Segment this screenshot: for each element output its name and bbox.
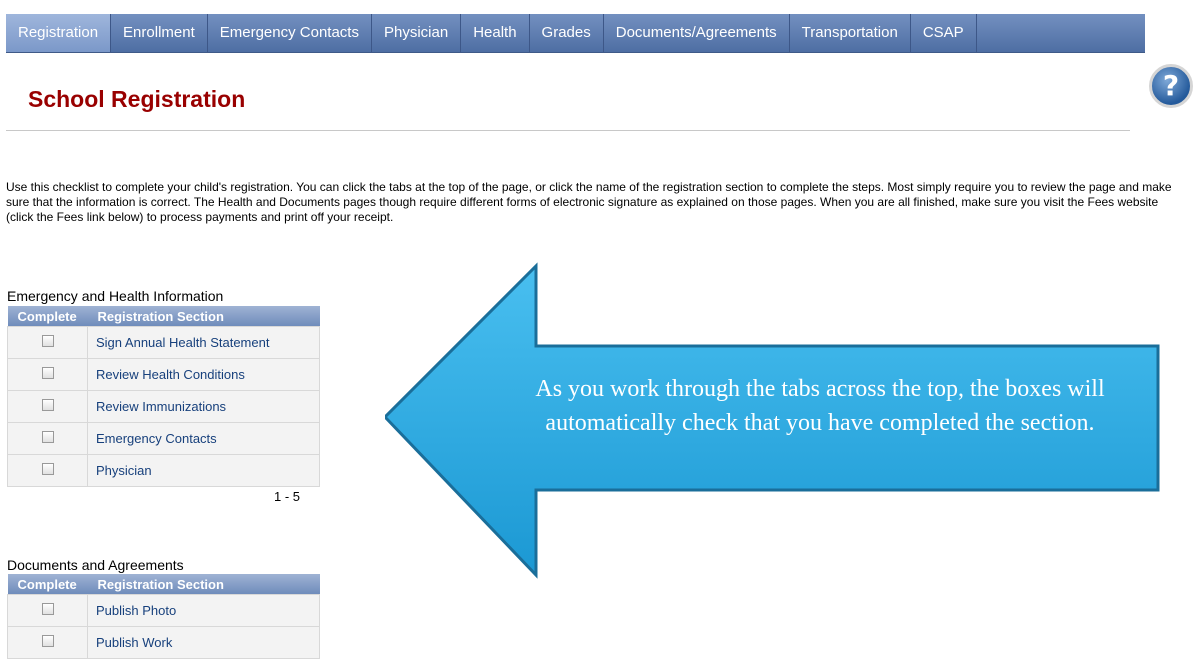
pager-range: 1 - 5 <box>274 489 301 504</box>
intro-text: Use this checklist to complete your chil… <box>6 180 1172 224</box>
table-row: Review Health Conditions <box>7 358 320 391</box>
complete-checkbox[interactable] <box>41 367 54 379</box>
complete-checkbox[interactable] <box>41 463 54 475</box>
column-header-registration-section: Registration Section <box>87 574 320 595</box>
table-row: Physician <box>7 454 320 487</box>
tab-csap[interactable]: CSAP <box>911 14 977 52</box>
tab-emergency-contacts[interactable]: Emergency Contacts <box>208 14 372 52</box>
column-header-complete: Complete <box>7 574 88 595</box>
section-link[interactable]: Publish Photo <box>87 594 320 627</box>
documents-section-title: Documents and Agreements <box>7 557 184 573</box>
tab-documents-agreements[interactable]: Documents/Agreements <box>604 14 790 52</box>
column-header-registration-section: Registration Section <box>87 306 320 327</box>
complete-checkbox[interactable] <box>41 635 54 647</box>
column-header-complete: Complete <box>7 306 88 327</box>
tab-enrollment[interactable]: Enrollment <box>111 14 208 52</box>
complete-checkbox[interactable] <box>41 335 54 347</box>
table-row: Review Immunizations <box>7 390 320 423</box>
table-row: Emergency Contacts <box>7 422 320 455</box>
tab-transportation[interactable]: Transportation <box>790 14 911 52</box>
health-checklist-table: Complete Registration Section Sign Annua… <box>7 306 320 487</box>
question-mark-icon[interactable]: ? <box>1149 64 1193 108</box>
complete-checkbox[interactable] <box>41 399 54 411</box>
table-row: Publish Work <box>7 626 320 659</box>
tab-health[interactable]: Health <box>461 14 530 52</box>
tab-registration[interactable]: Registration <box>6 14 112 52</box>
complete-checkbox[interactable] <box>41 431 54 443</box>
documents-checklist-table: Complete Registration Section Publish Ph… <box>7 574 320 659</box>
section-link[interactable]: Emergency Contacts <box>87 422 320 455</box>
table-row: Publish Photo <box>7 594 320 627</box>
section-link[interactable]: Review Immunizations <box>87 390 320 423</box>
section-link[interactable]: Publish Work <box>87 626 320 659</box>
top-tab-bar: Registration Enrollment Emergency Contac… <box>6 14 1145 53</box>
title-divider <box>6 130 1130 131</box>
section-link[interactable]: Physician <box>87 454 320 487</box>
page-title: School Registration <box>28 86 246 112</box>
tab-physician[interactable]: Physician <box>372 14 462 52</box>
table-row: Sign Annual Health Statement <box>7 326 320 359</box>
complete-checkbox[interactable] <box>41 603 54 615</box>
section-link[interactable]: Review Health Conditions <box>87 358 320 391</box>
callout-text: As you work through the tabs across the … <box>535 376 1105 436</box>
tab-grades[interactable]: Grades <box>530 14 604 52</box>
health-section-title: Emergency and Health Information <box>7 288 224 304</box>
section-link[interactable]: Sign Annual Health Statement <box>87 326 320 359</box>
